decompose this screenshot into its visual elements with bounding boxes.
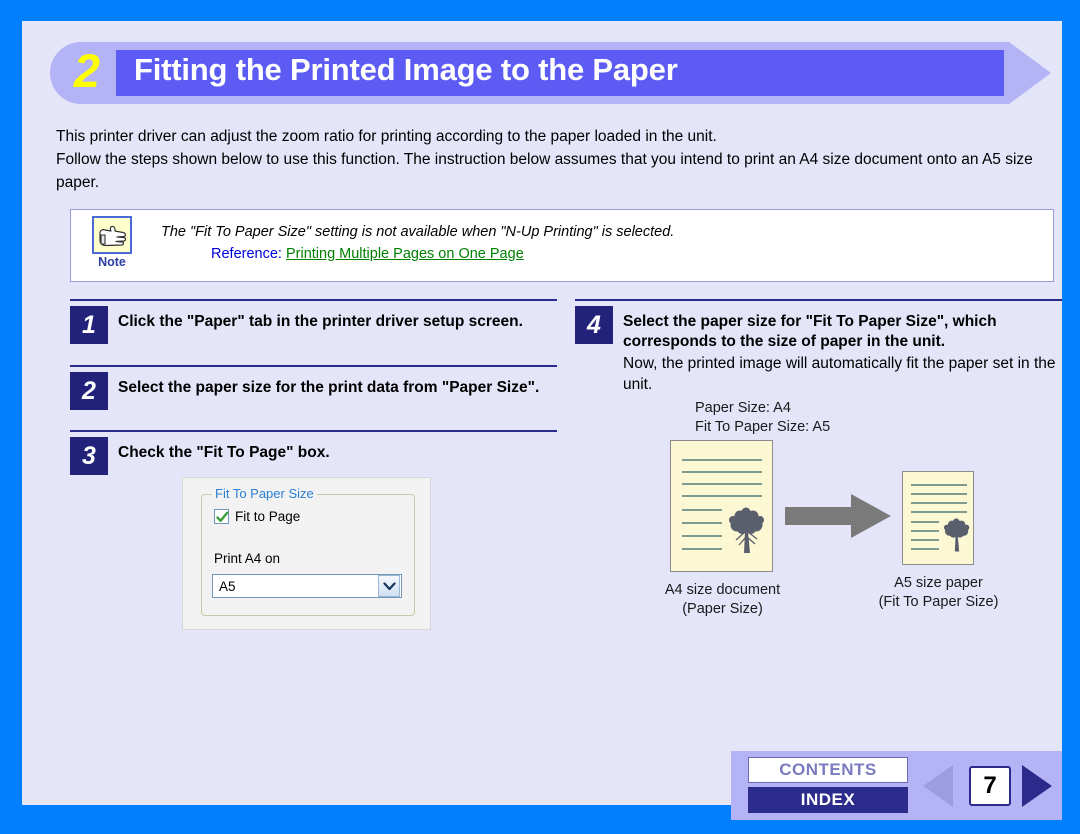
tree-icon xyxy=(729,507,764,553)
doc-line xyxy=(682,483,762,485)
a5-document-graphic xyxy=(902,471,974,565)
step-item: 2 Select the paper size for the print da… xyxy=(70,365,557,430)
checkmark-icon xyxy=(216,511,229,522)
paper-size-combobox[interactable]: A5 xyxy=(212,574,402,598)
triangle-left-icon[interactable] xyxy=(923,765,953,807)
page-root: 2 Fitting the Printed Image to the Paper… xyxy=(0,0,1080,834)
step-item: 1 Click the "Paper" tab in the printer d… xyxy=(70,299,557,365)
note-label: Note xyxy=(98,255,126,269)
printer-driver-dialog: Fit To Paper Size Fit to Page Print A4 o… xyxy=(182,477,431,630)
a4-caption-line-1: A4 size document xyxy=(664,582,781,598)
doc-line xyxy=(911,511,967,513)
intro-line-1: This printer driver can adjust the zoom … xyxy=(56,128,717,145)
step-number-badge: 2 xyxy=(70,372,108,410)
doc-line xyxy=(682,459,762,461)
doc-line xyxy=(682,495,762,497)
caption-fit-to-paper-size: Fit To Paper Size: A5 xyxy=(695,419,831,435)
fit-to-page-checkbox-row[interactable]: Fit to Page xyxy=(214,509,300,524)
doc-line xyxy=(911,548,939,550)
illustration-area: Paper Size: A4 Fit To Paper Size: A5 A4 … xyxy=(575,399,1062,639)
step-text: Check the "Fit To Page" box. xyxy=(118,444,330,461)
doc-line xyxy=(682,522,722,524)
paper-size-value: A5 xyxy=(219,578,236,594)
fit-to-page-label: Fit to Page xyxy=(235,509,301,524)
chevron-down-icon[interactable] xyxy=(378,575,400,597)
triangle-right-icon[interactable] xyxy=(1022,765,1052,807)
step-text: Click the "Paper" tab in the printer dri… xyxy=(118,313,523,330)
banner-arrow-tip-icon xyxy=(1009,42,1051,104)
section-number: 2 xyxy=(73,44,101,97)
reference-label: Reference: xyxy=(211,246,282,262)
doc-line xyxy=(682,509,722,511)
step-item: 4 Select the paper size for "Fit To Pape… xyxy=(575,299,1062,395)
step-text: Select the paper size for the print data… xyxy=(118,379,540,396)
intro-line-2: Follow the steps shown below to use this… xyxy=(56,151,1033,191)
bottom-navigation-bar: CONTENTS INDEX 7 xyxy=(731,751,1062,820)
note-icon-wrap: Note xyxy=(83,214,141,278)
right-arrow-icon xyxy=(785,494,891,538)
tree-icon xyxy=(943,518,970,552)
a4-caption: A4 size document (Paper Size) xyxy=(635,581,810,619)
note-reference: Reference: Printing Multiple Pages on On… xyxy=(211,244,524,264)
contents-button[interactable]: CONTENTS xyxy=(748,757,908,783)
print-on-label: Print A4 on xyxy=(214,551,281,566)
section-banner: 2 Fitting the Printed Image to the Paper xyxy=(50,42,1062,104)
doc-line xyxy=(911,493,967,495)
step-number-badge: 3 xyxy=(70,437,108,475)
a5-caption: A5 size paper (Fit To Paper Size) xyxy=(865,574,1012,612)
step-divider xyxy=(70,299,557,301)
doc-line xyxy=(682,548,722,550)
step-divider xyxy=(70,430,557,432)
a5-caption-line-1: A5 size paper xyxy=(894,575,983,591)
a5-caption-line-2: (Fit To Paper Size) xyxy=(878,594,999,610)
step-number-badge: 1 xyxy=(70,306,108,344)
step-divider xyxy=(70,365,557,367)
a4-caption-line-2: (Paper Size) xyxy=(682,601,763,617)
doc-line xyxy=(911,502,967,504)
fit-to-page-checkbox[interactable] xyxy=(214,509,229,524)
doc-line xyxy=(911,539,939,541)
pointing-hand-icon xyxy=(92,216,132,254)
step-text: Select the paper size for "Fit To Paper … xyxy=(623,313,997,350)
step-number-badge: 4 xyxy=(575,306,613,344)
page-sheet: 2 Fitting the Printed Image to the Paper… xyxy=(22,21,1062,820)
steps-column-left: 1 Click the "Paper" tab in the printer d… xyxy=(70,299,557,478)
groupbox-legend: Fit To Paper Size xyxy=(212,486,317,501)
step-item: 3 Check the "Fit To Page" box. xyxy=(70,430,557,478)
doc-line xyxy=(682,535,722,537)
index-button[interactable]: INDEX xyxy=(748,787,908,813)
fit-to-paper-size-groupbox: Fit To Paper Size Fit to Page Print A4 o… xyxy=(201,486,415,616)
illustration-top-caption: Paper Size: A4 Fit To Paper Size: A5 xyxy=(695,399,830,437)
doc-line xyxy=(911,530,939,532)
page-title: Fitting the Printed Image to the Paper xyxy=(134,52,678,87)
caption-paper-size: Paper Size: A4 xyxy=(695,400,791,416)
doc-line xyxy=(682,471,762,473)
note-text: The "Fit To Paper Size" setting is not a… xyxy=(161,224,675,240)
doc-line xyxy=(911,484,967,486)
steps-column-right: 4 Select the paper size for "Fit To Pape… xyxy=(575,299,1062,395)
reference-link[interactable]: Printing Multiple Pages on One Page xyxy=(286,246,524,262)
page-number: 7 xyxy=(969,766,1011,806)
note-box: Note The "Fit To Paper Size" setting is … xyxy=(70,209,1054,282)
doc-line xyxy=(911,521,939,523)
step-subtext: Now, the printed image will automaticall… xyxy=(623,355,1056,393)
intro-paragraph: This printer driver can adjust the zoom … xyxy=(56,125,1056,194)
a4-document-graphic xyxy=(670,440,773,572)
step-divider xyxy=(575,299,1062,301)
